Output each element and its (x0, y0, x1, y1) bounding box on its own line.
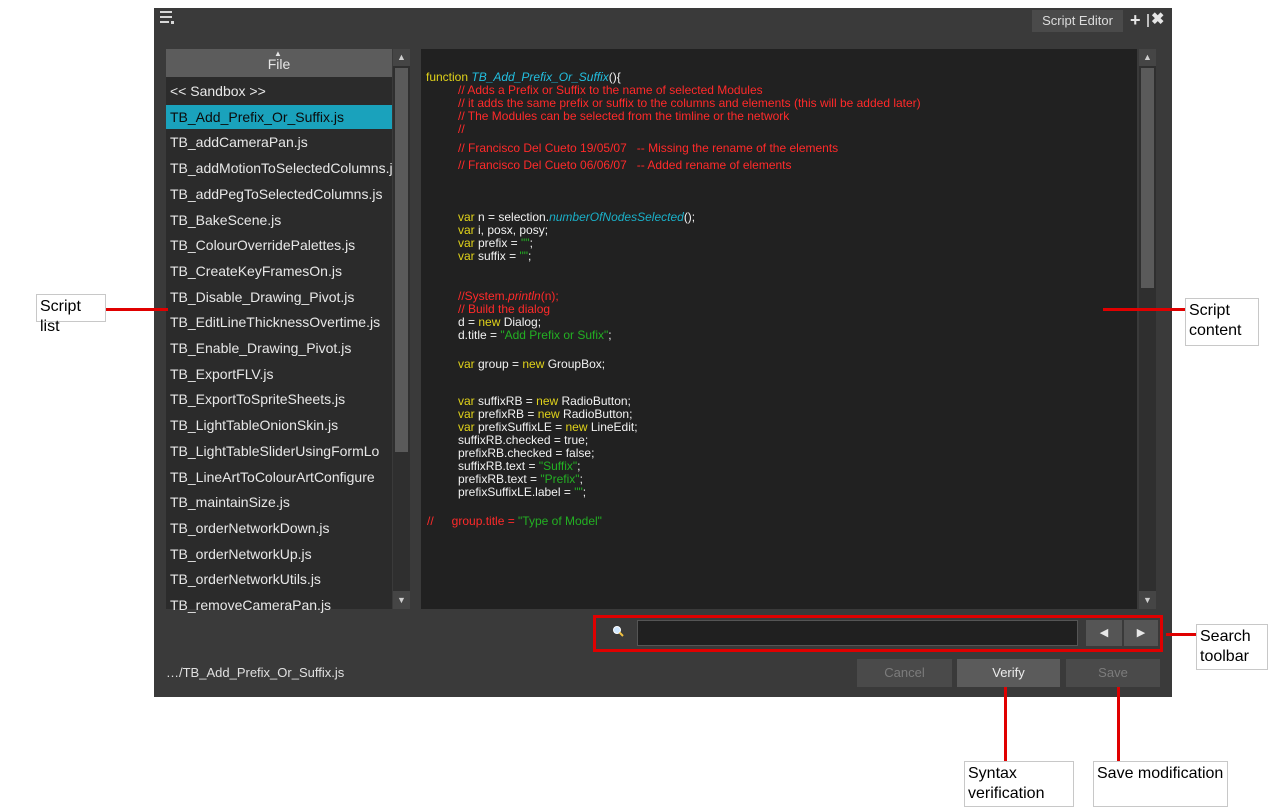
script-path: …/TB_Add_Prefix_Or_Suffix.js (166, 665, 345, 680)
verify-button[interactable]: Verify (957, 659, 1060, 687)
list-item[interactable]: TB_addCameraPan.js (166, 130, 392, 154)
callout-line (1004, 687, 1007, 761)
list-item[interactable]: TB_ExportToSpriteSheets.js (166, 387, 392, 411)
list-item[interactable]: TB_ColourOverridePalettes.js (166, 233, 392, 257)
find-previous-button[interactable]: ◀ (1086, 620, 1122, 646)
list-item[interactable]: TB_orderNetworkUtils.js (166, 567, 392, 591)
callout-line (1117, 687, 1120, 761)
scrollbar-thumb[interactable] (1141, 68, 1154, 288)
scroll-down-icon[interactable]: ▼ (1139, 591, 1156, 609)
cancel-button[interactable]: Cancel (857, 659, 952, 687)
callout-search-toolbar: Search toolbar (1196, 624, 1268, 670)
list-item[interactable]: TB_Add_Prefix_Or_Suffix.js (166, 105, 392, 129)
list-item[interactable]: TB_LightTableSliderUsingFormLo (166, 439, 392, 463)
list-item[interactable]: TB_removeCameraPan.js (166, 593, 392, 617)
scrollbar-thumb[interactable] (395, 68, 408, 452)
code-line: d.title = "Add Prefix or Sufix"; (458, 328, 612, 342)
code-line: // Francisco Del Cueto 19/05/07 -- Missi… (458, 141, 839, 155)
menu-icon[interactable] (160, 10, 176, 26)
list-header-file[interactable]: ▲ File (166, 49, 392, 77)
list-item[interactable]: TB_addPegToSelectedColumns.js (166, 182, 392, 206)
list-item[interactable]: TB_Disable_Drawing_Pivot.js (166, 285, 392, 309)
list-item[interactable]: TB_LineArtToColourArtConfigure (166, 465, 392, 489)
callout-line (106, 308, 168, 311)
list-header-label: File (267, 56, 291, 72)
list-item[interactable]: TB_BakeScene.js (166, 208, 392, 232)
callout-line (1103, 308, 1185, 311)
list-item[interactable]: TB_addMotionToSelectedColumns.js (166, 156, 392, 180)
callout-script-content: Script content (1185, 298, 1259, 346)
list-item[interactable]: TB_orderNetworkUp.js (166, 542, 392, 566)
scroll-up-icon[interactable]: ▲ (393, 49, 410, 66)
list-item[interactable]: TB_CreateKeyFramesOn.js (166, 259, 392, 283)
callout-script-list: Script list (36, 294, 106, 335)
tab-script-editor[interactable]: Script Editor (1032, 10, 1123, 32)
list-item[interactable]: TB_Enable_Drawing_Pivot.js (166, 336, 392, 360)
list-item[interactable]: TB_EditLineThicknessOvertime.js (166, 310, 392, 334)
callout-syntax-verification: Syntax verification (964, 761, 1074, 807)
code-line: var group = new GroupBox; (458, 357, 606, 371)
code-line: // (458, 122, 465, 136)
code-line: // The Modules can be selected from the … (458, 109, 790, 123)
scroll-up-icon[interactable]: ▲ (1139, 49, 1156, 66)
search-input[interactable] (637, 620, 1078, 646)
tab-separator (1147, 14, 1149, 27)
code-line: prefixSuffixLE.label = ""; (458, 485, 587, 499)
close-icon[interactable]: ✖ (1151, 11, 1167, 29)
list-item[interactable]: TB_ExportFLV.js (166, 362, 392, 386)
callout-save-modification: Save modification (1093, 761, 1228, 807)
code-line: //group.title = "Type of Model" (427, 514, 602, 528)
save-button[interactable]: Save (1066, 659, 1160, 687)
list-item[interactable]: << Sandbox >> (166, 79, 392, 103)
list-item[interactable]: TB_orderNetworkDown.js (166, 516, 392, 540)
code-line: var suffix = ""; (458, 249, 532, 263)
callout-line (1166, 633, 1196, 636)
script-content-editor[interactable]: function TB_Add_Prefix_Or_Suffix(){ // A… (421, 49, 1137, 609)
list-item[interactable]: TB_maintainSize.js (166, 490, 392, 514)
scroll-down-icon[interactable]: ▼ (393, 591, 410, 609)
add-view-icon[interactable]: + (1130, 11, 1146, 29)
find-next-button[interactable]: ▶ (1124, 620, 1158, 646)
search-icon (613, 626, 624, 637)
code-line: // Francisco Del Cueto 06/06/07 -- Added… (458, 158, 792, 172)
list-item[interactable]: TB_LightTableOnionSkin.js (166, 413, 392, 437)
